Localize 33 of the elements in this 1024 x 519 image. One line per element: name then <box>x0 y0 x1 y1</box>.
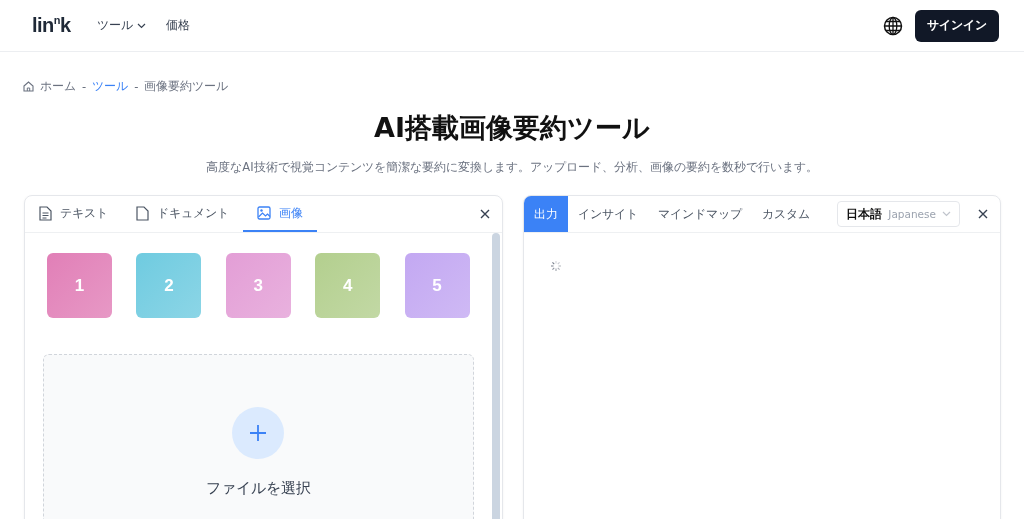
upload-dropzone[interactable]: ファイルを選択 <box>43 354 474 519</box>
sign-in-button[interactable]: サインイン <box>915 9 999 42</box>
page-title: AI搭載画像要約ツール <box>373 111 651 145</box>
text-document-icon <box>39 205 52 221</box>
add-file-button[interactable] <box>232 407 285 459</box>
image-icon <box>257 206 271 220</box>
logo[interactable]: lin$^{n}$k <box>32 14 71 37</box>
plus-icon <box>249 424 268 442</box>
chevron-down-icon <box>942 211 951 217</box>
output-tab[interactable]: マインドマップ <box>647 196 752 232</box>
globe-icon[interactable] <box>883 15 903 36</box>
upload-label: ファイルを選択 <box>205 479 311 498</box>
breadcrumb-separator: - <box>82 79 87 94</box>
breadcrumb-separator: - <box>134 79 139 94</box>
input-tab[interactable]: ドキュメント <box>122 196 243 232</box>
chevron-down-icon <box>136 22 146 29</box>
output-tab[interactable]: カスタム <box>751 196 820 232</box>
close-icon <box>978 209 988 219</box>
language-select[interactable]: 日本語 Japanese <box>837 201 960 227</box>
input-tab[interactable]: テキスト <box>25 196 122 232</box>
breadcrumb-link[interactable]: ホーム <box>40 79 76 94</box>
close-icon <box>479 209 490 219</box>
output-tab[interactable]: インサイト <box>567 196 648 232</box>
nav-link[interactable]: ツール <box>96 17 146 34</box>
breadcrumb-link[interactable]: 画像要約ツール <box>144 79 229 94</box>
nav-link[interactable]: 価格 <box>165 17 190 34</box>
document-icon <box>136 205 149 221</box>
breadcrumb-link[interactable]: ツール <box>92 79 129 94</box>
page-subtitle: 高度なAI技術で視覚コンテンツを簡潔な要約に変換します。アップロード、分析、画像の要約を数秒で行います。 <box>205 160 819 175</box>
output-tab[interactable]: 出力 <box>523 196 568 232</box>
scrollbar[interactable] <box>491 233 500 519</box>
home-icon[interactable] <box>23 81 34 92</box>
input-tab[interactable]: 画像 <box>243 196 317 232</box>
